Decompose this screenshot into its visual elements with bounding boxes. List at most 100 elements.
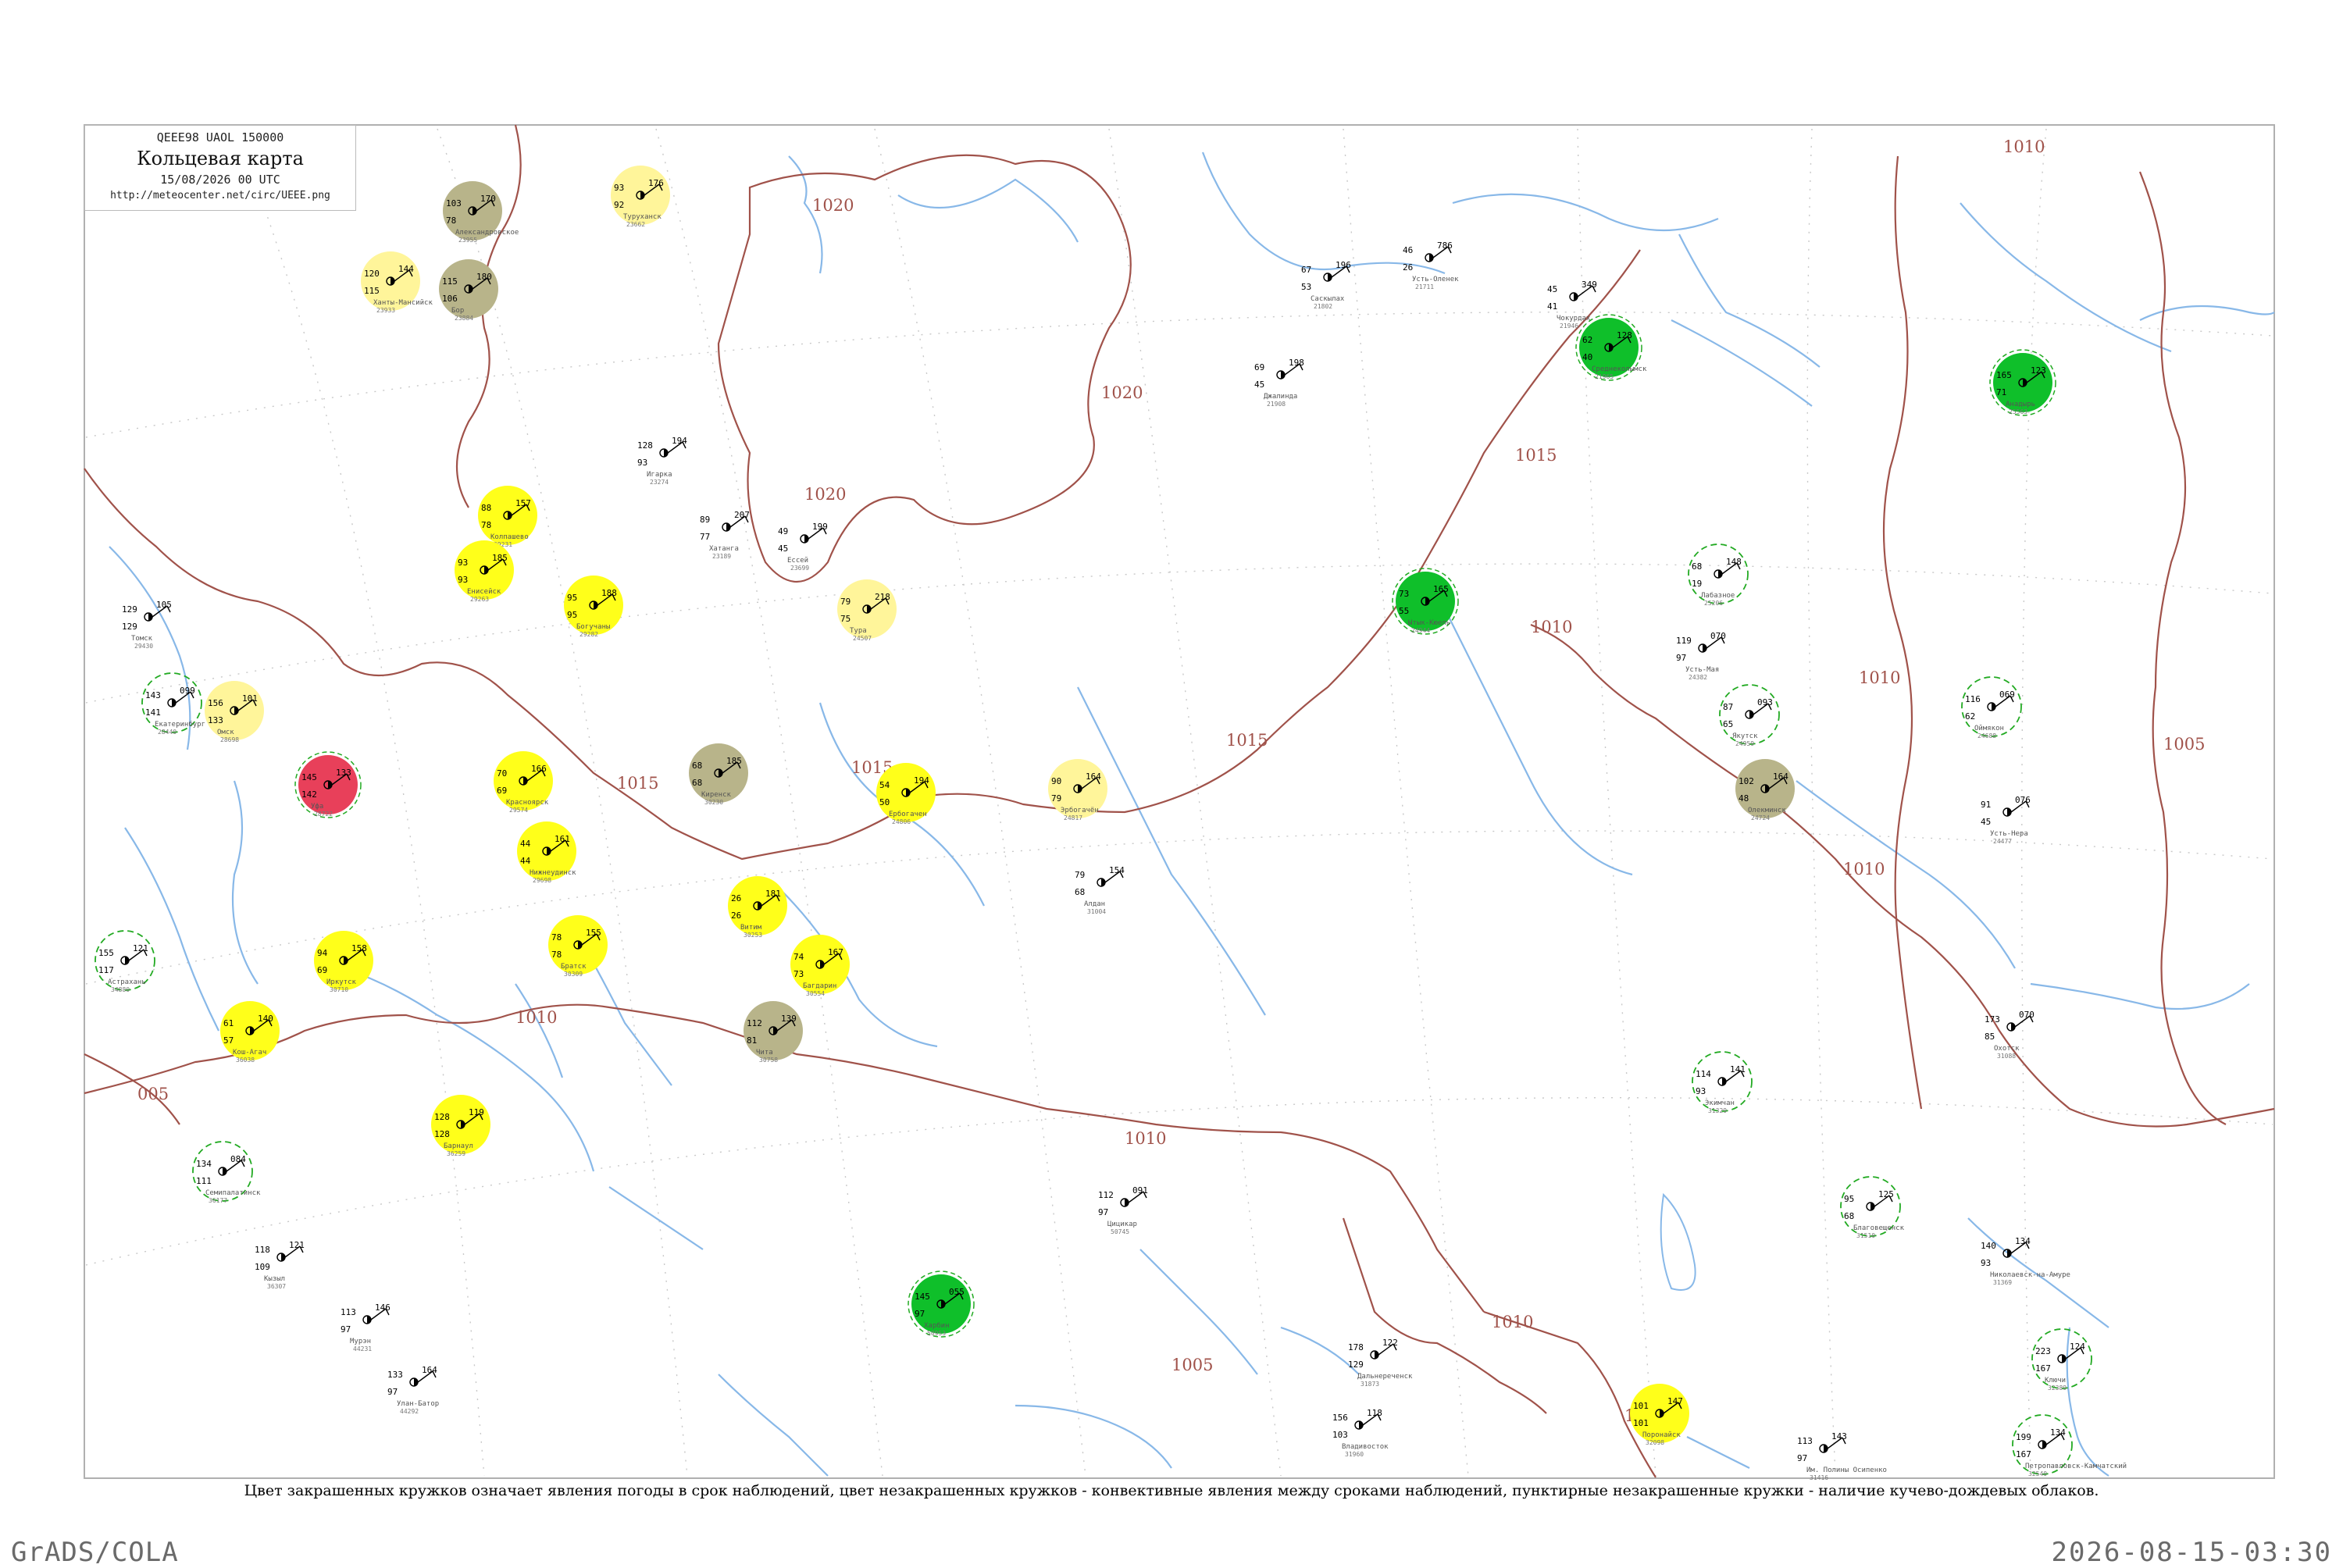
station-29698: 44 161 44 Нижнеудинск29698: [517, 821, 576, 884]
station-index: 30230: [704, 799, 723, 806]
station-pressure: 121: [133, 943, 148, 953]
station-dewpoint: 167: [2035, 1363, 2051, 1374]
station-dewpoint: 92: [614, 200, 624, 210]
station-dewpoint: 97: [341, 1324, 351, 1335]
station-name: Ербогачен: [889, 810, 927, 818]
station-index: 30253: [744, 932, 762, 939]
station-pressure: 123: [2031, 365, 2046, 376]
station-temperature: 165: [1996, 370, 2012, 380]
station-temperature: 103: [446, 198, 462, 208]
station-temperature: 74: [793, 952, 804, 962]
station-temperature: 89: [700, 515, 710, 525]
rivers: [109, 151, 2275, 1477]
station-pressure: 134: [2050, 1427, 2066, 1438]
station-temperature: 119: [1676, 636, 1692, 646]
station-dewpoint: 68: [1844, 1211, 1854, 1221]
station-temperature: 134: [196, 1159, 212, 1169]
station-temperature: 101: [1633, 1401, 1649, 1411]
station-name: Иркутск: [326, 978, 357, 986]
station-34880: 155 121 117 Астрахань34880: [95, 930, 155, 993]
station-dewpoint: 78: [481, 520, 491, 530]
station-index: 29574: [509, 807, 528, 814]
station-name: Туруханск: [623, 213, 662, 221]
isobar-label: 1005: [1172, 1356, 1213, 1374]
station-pressure: 196: [1336, 260, 1351, 270]
isobar-label: 1010: [2003, 137, 2045, 156]
station-temperature: 68: [1692, 561, 1702, 572]
station-name: Енисейск: [467, 588, 501, 596]
station-temperature: 79: [840, 597, 851, 607]
station-name: Улан-Батор: [397, 1400, 439, 1408]
station-23884: 115 180 106 Бор23884: [439, 259, 498, 322]
station-layer: 46 78626Усть-Оленек2171167 19653Саскылах21…: [95, 166, 2127, 1481]
station-dewpoint: 44: [520, 856, 531, 866]
station-index: 32540: [2028, 1470, 2047, 1477]
station-index: 30758: [759, 1057, 778, 1064]
station-index: 21946: [1560, 323, 1578, 330]
station-index: 24724: [1751, 814, 1770, 821]
station-31369: 140 134 93 Николаевск-на-Амуре31369: [1981, 1236, 2070, 1286]
station-pressure: 140: [258, 1014, 273, 1024]
station-name: Якутск: [1732, 732, 1758, 740]
station-temperature: 156: [1332, 1413, 1348, 1423]
station-temperature: 178: [1348, 1342, 1364, 1352]
station-temperature: 44: [520, 839, 531, 849]
station-temperature: 223: [2035, 1346, 2051, 1356]
station-index: 31088: [1997, 1053, 2016, 1060]
isobars: [84, 124, 2275, 1478]
station-temperature: 69: [1254, 362, 1264, 372]
station-dewpoint: 81: [747, 1035, 757, 1046]
station-pressure: 199: [812, 522, 828, 532]
map-date: 15/08/2026 00 UTC: [160, 173, 280, 187]
station-temperature: 102: [1739, 776, 1754, 786]
station-23699: 49 199 45 Ессей23699: [778, 522, 828, 572]
station-31088: 173 070 85 Охотск31088: [1985, 1010, 2035, 1060]
map-info-box: QEEE98 UAOL 150000 Кольцевая карта 15/08…: [84, 125, 356, 211]
station-pressure: 099: [180, 686, 195, 696]
station-pressure: 141: [1730, 1064, 1746, 1074]
station-name: Александровское: [455, 229, 519, 237]
isobar-label: 1015: [1226, 731, 1268, 750]
station-temperature: 68: [692, 761, 702, 771]
station-dewpoint: 97: [1676, 653, 1686, 663]
station-name: Усть-Оленек: [1412, 276, 1459, 283]
station-31416: 113 143 97 Им. Полины Осипенко31416: [1797, 1431, 1887, 1481]
station-pressure: 128: [1617, 330, 1632, 340]
station-pressure: 154: [1109, 865, 1125, 875]
station-temperature: 54: [879, 780, 890, 790]
station-23933: 120 144 115 Ханты-Мансийск23933: [361, 251, 433, 314]
station-dewpoint: 65: [1723, 719, 1733, 729]
station-name: Джалинда: [1264, 393, 1297, 401]
station-dewpoint: 57: [223, 1035, 234, 1046]
station-pressure: 170: [480, 194, 496, 204]
station-index: 31510: [1856, 1232, 1875, 1239]
station-pressure: 164: [422, 1365, 437, 1375]
station-name: Анадырь: [2006, 401, 2035, 408]
station-temperature: 114: [1696, 1069, 1711, 1079]
station-temperature: 199: [2016, 1432, 2031, 1442]
station-temperature: 78: [551, 932, 562, 943]
station-name: Ессей: [787, 557, 808, 565]
map-url: http://meteocenter.net/circ/UEEE.png: [110, 190, 330, 201]
station-name: Екатеринбург: [155, 720, 205, 729]
station-temperature: 62: [1582, 335, 1592, 345]
station-name: Саскылах: [1311, 295, 1345, 303]
station-30309: 78 155 78 Братск30309: [548, 915, 608, 978]
station-temperature: 49: [778, 526, 788, 536]
station-pressure: 055: [949, 1287, 965, 1297]
station-name: Уфа: [311, 803, 323, 811]
station-pressure: 076: [2015, 795, 2031, 805]
station-index: 23699: [790, 565, 809, 572]
station-index: 23274: [650, 479, 669, 486]
station-name: Охотск: [1994, 1045, 2020, 1053]
station-23189: 89 207 77 Хатанга23189: [700, 510, 750, 560]
station-dewpoint: 68: [692, 778, 702, 788]
station-dewpoint: 111: [196, 1176, 212, 1186]
station-pressure: 188: [601, 588, 617, 598]
station-30710: 94 158 69 Иркутск30710: [314, 931, 373, 993]
station-temperature: 128: [434, 1112, 450, 1122]
station-dewpoint: 73: [793, 969, 804, 979]
map-title: Кольцевая карта: [137, 148, 304, 169]
station-index: 23955: [458, 237, 477, 244]
station-temperature: 113: [1797, 1436, 1813, 1446]
